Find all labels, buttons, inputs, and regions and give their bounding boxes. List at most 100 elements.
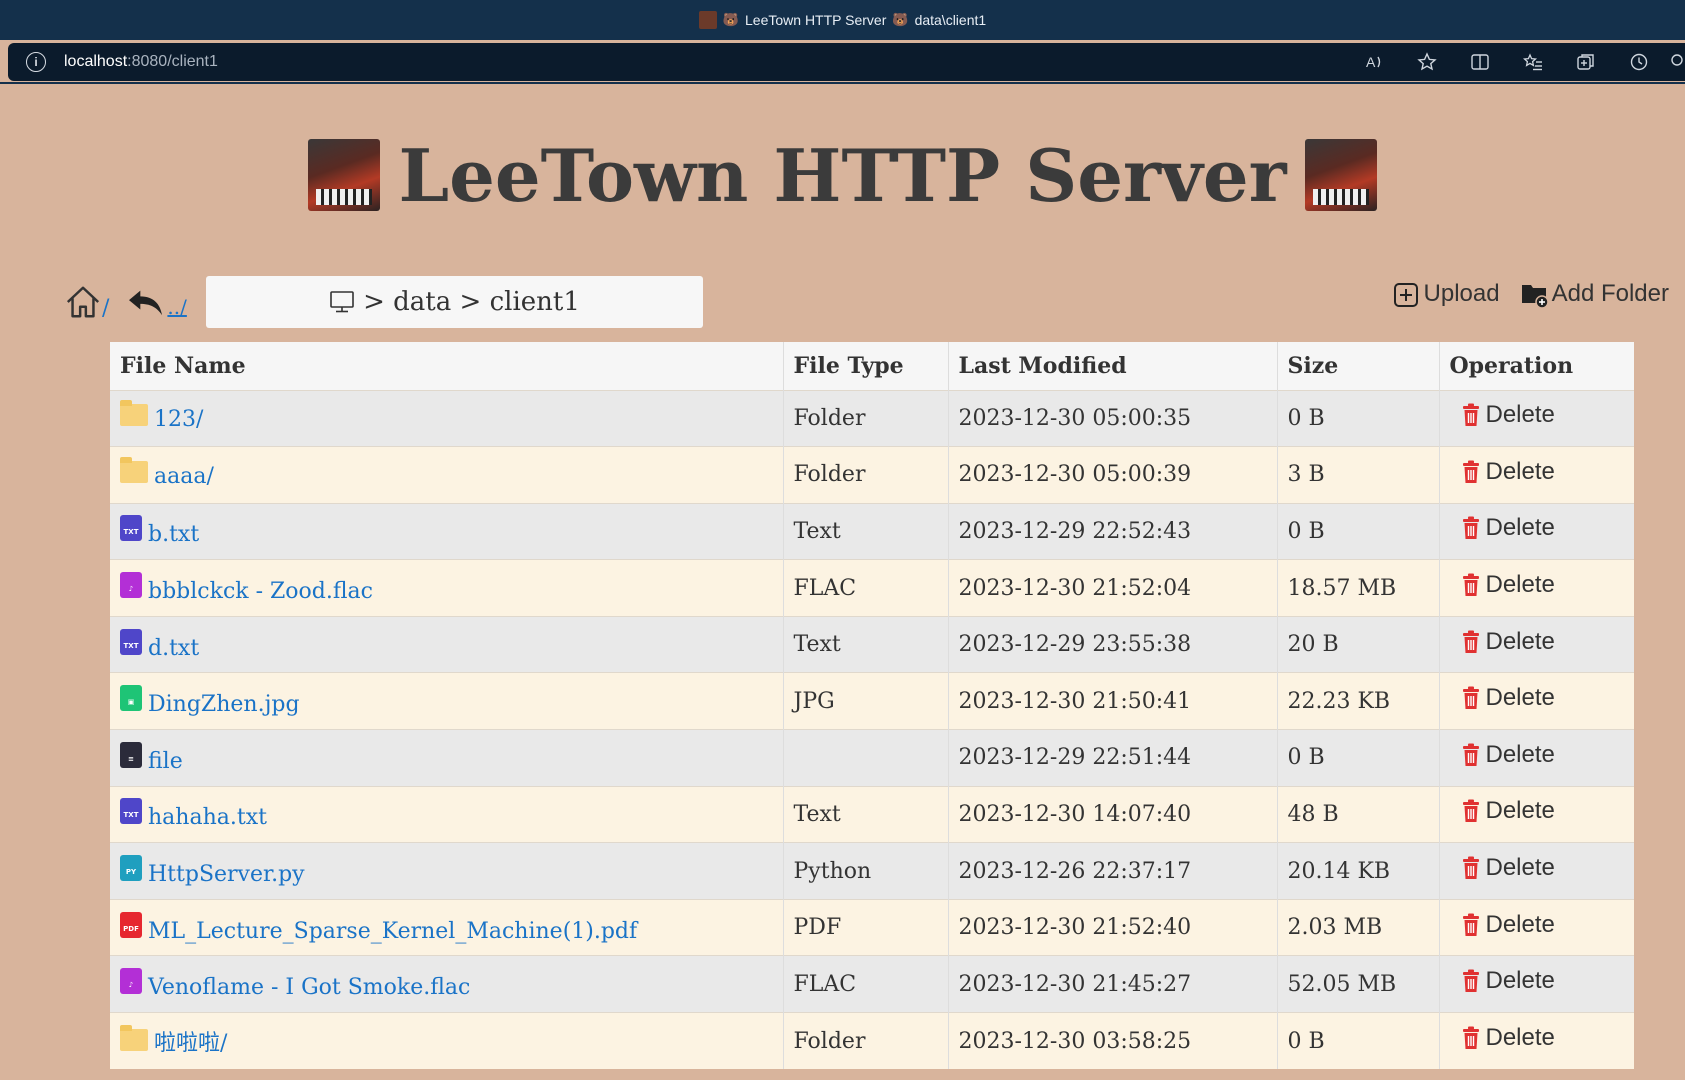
home-link[interactable]: / (64, 283, 109, 321)
file-type-cell: JPG (783, 672, 949, 730)
column-header-file-type[interactable]: File Type (783, 342, 949, 390)
operation-cell: Delete (1439, 672, 1635, 730)
file-link[interactable]: HttpServer.py (148, 862, 305, 887)
file-type-cell: Text (783, 615, 949, 673)
navigation-toolbar: / ../ (64, 272, 187, 332)
file-size-cell: 2.03 MB (1277, 898, 1440, 956)
delete-button[interactable]: Delete (1460, 967, 1635, 995)
file-size-cell: 18.57 MB (1277, 559, 1440, 617)
trash-icon (1462, 856, 1479, 880)
delete-button[interactable]: Delete (1460, 684, 1635, 712)
image-file-icon: ▣ (120, 685, 142, 712)
operation-cell: Delete (1439, 389, 1635, 447)
file-link[interactable]: bbblckck - Zood.flac (148, 579, 373, 604)
file-link[interactable]: DingZhen.jpg (148, 692, 300, 717)
read-aloud-icon[interactable]: A (1347, 43, 1400, 81)
delete-button[interactable]: Delete (1460, 741, 1635, 769)
home-icon (66, 286, 100, 318)
file-link[interactable]: 123/ (154, 407, 203, 432)
file-size-cell: 20.14 KB (1277, 842, 1440, 900)
delete-label: Delete (1485, 854, 1555, 882)
file-size-cell: 0 B (1277, 1012, 1440, 1070)
file-link[interactable]: file (148, 749, 183, 774)
delete-label: Delete (1485, 1024, 1555, 1052)
trash-icon (1462, 913, 1479, 936)
file-name-cell: PY HttpServer.py (110, 842, 784, 900)
file-name-cell: aaaa/ (110, 446, 784, 504)
file-name-cell: TXT d.txt (110, 615, 784, 673)
file-name-cell: 123/ (110, 389, 784, 447)
table-row: ▣ DingZhen.jpg JPG 2023-12-30 21:50:41 22.23… (110, 672, 1635, 730)
file-link[interactable]: Venoflame - I Got Smoke.flac (148, 975, 470, 1000)
upload-button[interactable]: Upload (1392, 279, 1500, 309)
delete-label: Delete (1485, 401, 1555, 429)
file-size-cell: 20 B (1277, 615, 1440, 673)
last-modified-cell: 2023-12-30 05:00:35 (948, 389, 1278, 447)
file-link[interactable]: b.txt (148, 522, 199, 547)
favorites-icon[interactable] (1506, 43, 1559, 81)
file-link[interactable]: d.txt (148, 636, 199, 661)
last-modified-cell: 2023-12-30 03:58:25 (948, 1012, 1278, 1070)
file-size-cell: 0 B (1277, 729, 1440, 787)
delete-button[interactable]: Delete (1460, 911, 1635, 939)
collections-icon[interactable] (1559, 43, 1612, 81)
trash-icon (1462, 1026, 1479, 1050)
tab-title: LeeTown HTTP Server (745, 12, 887, 28)
file-name-cell: ♪ Venoflame - I Got Smoke.flac (110, 955, 784, 1013)
delete-button[interactable]: Delete (1460, 401, 1635, 429)
file-name-cell: TXT hahaha.txt (110, 785, 784, 843)
parent-directory-link[interactable]: ../ (127, 285, 187, 319)
delete-button[interactable]: Delete (1460, 571, 1635, 599)
last-modified-cell: 2023-12-26 22:37:17 (948, 842, 1278, 900)
address-bar[interactable]: i localhost:8080/client1 A (8, 43, 1685, 81)
file-list: 123/Folder 2023-12-30 05:00:35 0 B Delete aa… (110, 389, 1635, 1070)
upload-label: Upload (1423, 280, 1500, 307)
operation-cell: Delete (1439, 502, 1635, 560)
split-screen-icon[interactable] (1453, 43, 1506, 81)
file-name-cell: PDF ML_Lecture_Sparse_Kernel_Machine(1).p… (110, 898, 784, 956)
more-tools-icon[interactable] (1665, 43, 1685, 81)
delete-button[interactable]: Delete (1460, 1024, 1635, 1052)
file-type-cell (783, 729, 949, 787)
delete-button[interactable]: Delete (1460, 514, 1635, 542)
file-type-cell: Folder (783, 446, 949, 504)
file-name-cell: ♪ bbblckck - Zood.flac (110, 559, 784, 617)
favorite-star-icon[interactable] (1400, 43, 1453, 81)
column-header-file-name[interactable]: File Name (110, 342, 784, 390)
trash-icon (1462, 969, 1479, 993)
operation-cell: Delete (1439, 559, 1635, 617)
delete-button[interactable]: Delete (1460, 797, 1635, 825)
operation-cell: Delete (1439, 898, 1635, 956)
last-modified-cell: 2023-12-30 21:50:41 (948, 672, 1278, 730)
file-actions: Upload Add Folder (1392, 274, 1669, 314)
file-size-cell: 48 B (1277, 785, 1440, 843)
file-link[interactable]: hahaha.txt (148, 805, 267, 830)
add-folder-icon (1521, 285, 1549, 309)
delete-button[interactable]: Delete (1460, 458, 1635, 486)
txt-file-icon: TXT (120, 628, 142, 655)
column-header-size[interactable]: Size (1277, 342, 1440, 390)
add-folder-button[interactable]: Add Folder (1520, 279, 1669, 309)
file-name-cell: ▣ DingZhen.jpg (110, 672, 784, 730)
file-link[interactable]: 啦啦啦/ (154, 1025, 227, 1057)
site-info-icon[interactable]: i (26, 52, 46, 72)
table-row: ♪ Venoflame - I Got Smoke.flac FLAC 2023-12… (110, 955, 1635, 1013)
audio-file-icon: ♪ (120, 572, 142, 599)
history-icon[interactable] (1612, 43, 1665, 81)
page-title: LeeTown HTTP Server (398, 132, 1287, 218)
file-link[interactable]: aaaa/ (154, 464, 214, 489)
delete-button[interactable]: Delete (1460, 628, 1635, 656)
delete-label: Delete (1485, 740, 1555, 768)
delete-label: Delete (1485, 627, 1555, 655)
operation-cell: Delete (1439, 1012, 1635, 1070)
last-modified-cell: 2023-12-29 23:55:38 (948, 615, 1278, 673)
column-header-last-modified[interactable]: Last Modified (948, 342, 1278, 390)
last-modified-cell: 2023-12-30 21:45:27 (948, 955, 1278, 1013)
file-link[interactable]: ML_Lecture_Sparse_Kernel_Machine(1).pdf (148, 919, 637, 944)
delete-button[interactable]: Delete (1460, 854, 1635, 882)
operation-cell: Delete (1439, 955, 1635, 1013)
python-file-icon: PY (120, 855, 142, 882)
txt-file-icon: TXT (120, 515, 142, 542)
delete-label: Delete (1485, 457, 1555, 485)
url-text[interactable]: localhost:8080/client1 (64, 53, 218, 71)
